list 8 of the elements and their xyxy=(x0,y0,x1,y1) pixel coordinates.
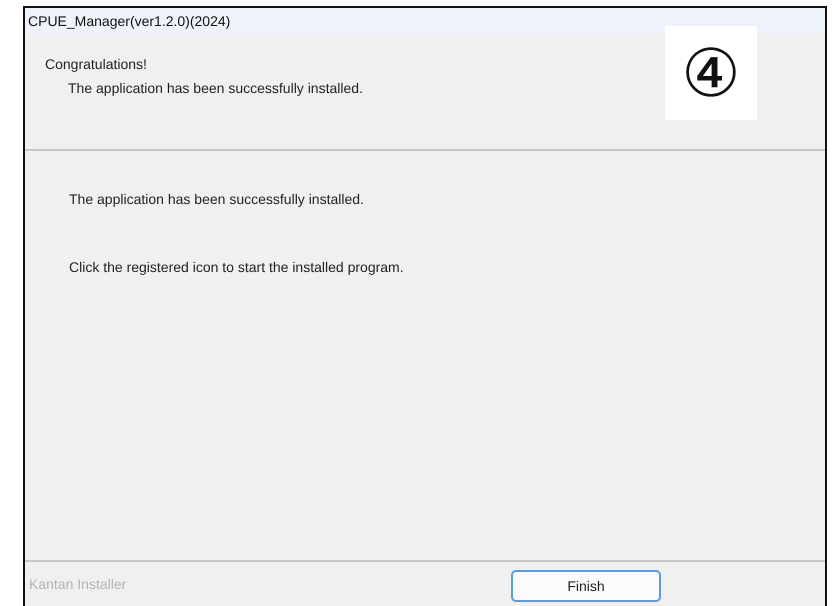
body-text: Click the registered icon to start the installed program. xyxy=(69,259,405,275)
finish-button[interactable]: Finish xyxy=(511,570,661,602)
header-title: Congratulations! xyxy=(45,56,148,72)
window-title: CPUE_Manager(ver1.2.0)(2024) xyxy=(28,13,230,29)
installer-brand: Kantan Installer xyxy=(29,576,128,592)
body-text: The application has been successfully installed. xyxy=(69,191,365,207)
step-marker: ④ xyxy=(665,26,757,120)
header-subtitle: The application has been successfully installed. xyxy=(67,80,364,96)
